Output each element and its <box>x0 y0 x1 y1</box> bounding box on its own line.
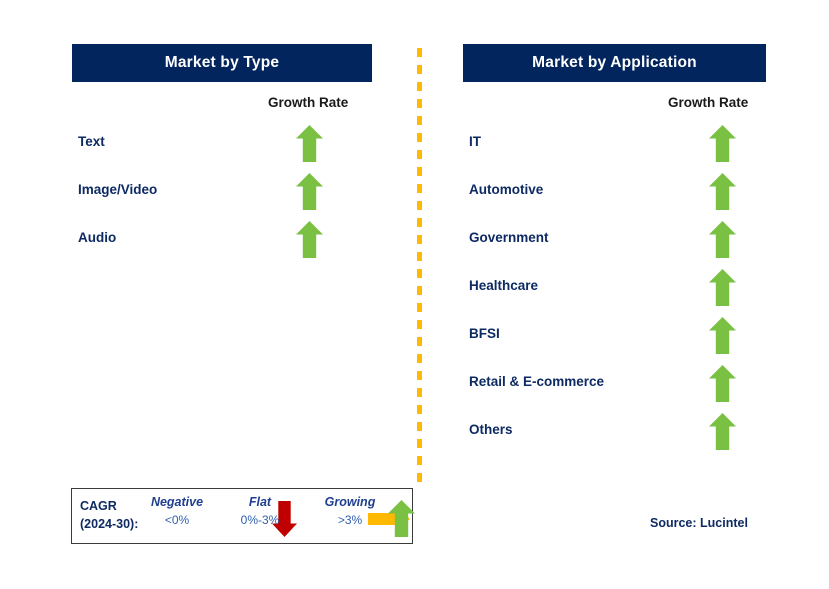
arrow-up-icon <box>709 221 736 258</box>
legend-range: >3% <box>337 513 363 527</box>
legend-range: <0% <box>164 513 190 527</box>
growth-rate-column-label: Growth Rate <box>668 95 749 110</box>
arrow-up-icon <box>709 173 736 210</box>
segment-label: Retail & E-commerce <box>469 374 605 389</box>
legend-term: Negative <box>150 495 204 509</box>
segment-row-list: IT Automotive Government Healthcare BFSI… <box>463 122 766 458</box>
source-note: Source: Lucintel <box>650 516 748 530</box>
cagr-legend: CAGR (2024-30): Negative <0% Flat 0%-3% … <box>71 488 415 544</box>
segment-label: Automotive <box>469 182 544 197</box>
arrow-up-icon <box>709 413 736 450</box>
segment-label: Audio <box>78 230 117 245</box>
segment-row: Government <box>463 218 766 266</box>
segment-label: Text <box>78 134 105 149</box>
arrow-up-icon <box>709 365 736 402</box>
panel-title: Market by Type <box>164 54 280 71</box>
arrow-up-icon <box>709 317 736 354</box>
segment-row: Others <box>463 410 766 458</box>
panel-header-market-by-application: Market by Application <box>463 44 766 82</box>
legend-term: Flat <box>248 495 272 509</box>
segment-row: Retail & E-commerce <box>463 362 766 410</box>
segment-label: Government <box>469 230 549 245</box>
segment-row-list: Text Image/Video Audio <box>72 122 372 266</box>
legend-title: CAGR (2024-30): <box>80 497 138 533</box>
legend-item-flat: Flat 0%-3% <box>228 495 292 527</box>
arrow-up-icon <box>296 221 323 258</box>
segment-label: Healthcare <box>469 278 539 293</box>
legend-term: Growing <box>324 495 376 509</box>
legend-title-line1: CAGR <box>80 499 117 513</box>
segment-row: Audio <box>72 218 372 266</box>
vertical-dashed-divider <box>417 48 422 485</box>
legend-item-growing: Growing >3% <box>314 495 386 527</box>
panel-header-market-by-type: Market by Type <box>72 44 372 82</box>
segment-label: Others <box>469 422 513 437</box>
legend-title-line2: (2024-30): <box>80 517 139 531</box>
arrow-up-icon <box>296 173 323 210</box>
arrow-up-icon <box>709 125 736 162</box>
segment-row: BFSI <box>463 314 766 362</box>
panel-title: Market by Application <box>532 54 697 71</box>
arrow-up-icon <box>388 500 415 537</box>
segment-row: Healthcare <box>463 266 766 314</box>
legend-range: 0%-3% <box>240 513 280 527</box>
arrow-up-icon <box>296 125 323 162</box>
arrow-up-icon <box>709 269 736 306</box>
segment-label: IT <box>469 134 481 149</box>
segment-row: Automotive <box>463 170 766 218</box>
segment-label: Image/Video <box>78 182 158 197</box>
segment-row: IT <box>463 122 766 170</box>
segment-row: Text <box>72 122 372 170</box>
growth-rate-column-label: Growth Rate <box>268 95 349 110</box>
legend-item-negative: Negative <0% <box>144 495 210 527</box>
segment-label: BFSI <box>469 326 500 341</box>
segment-row: Image/Video <box>72 170 372 218</box>
